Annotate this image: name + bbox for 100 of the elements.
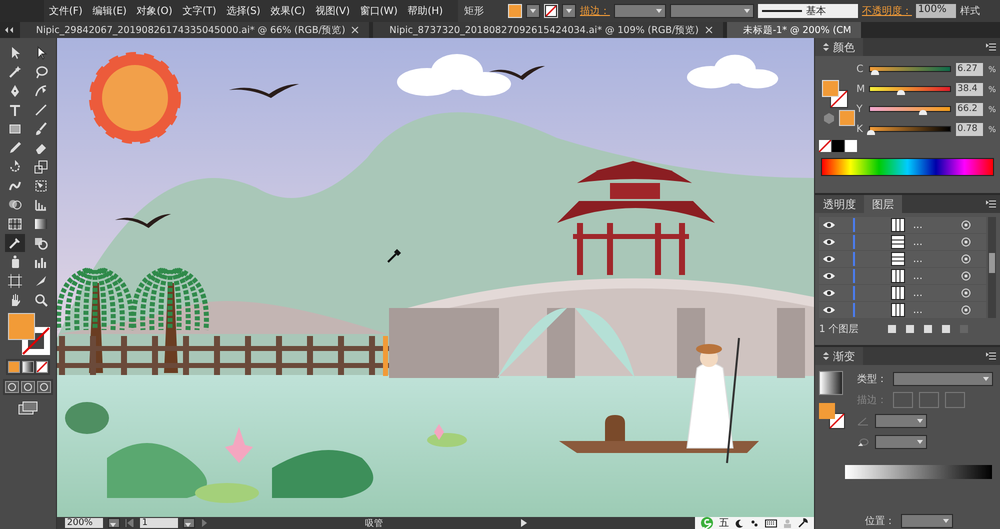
color-swatch[interactable] [845,140,857,152]
keyboard-icon [765,518,777,528]
menu-item[interactable]: 文字(T) [177,4,222,18]
screens-icon [18,401,38,415]
panel-tab[interactable]: 图层 [864,195,902,213]
scrollbar[interactable] [988,217,996,318]
color-slider[interactable] [869,126,952,132]
gradient-preview[interactable] [819,371,843,395]
channel-value-field[interactable]: 66.2 [956,102,984,116]
channel-label: C [856,64,864,74]
menu-item[interactable]: 编辑(E) [88,4,132,18]
slider-thumb[interactable] [871,70,880,75]
none-mode-button[interactable] [36,361,48,373]
gradient-type-dropdown[interactable] [893,372,993,386]
document-tab[interactable]: Nipic_29842067_20190826174335045000.ai* @ 66% (RGB/预览) [20,22,370,38]
menu-item[interactable]: 窗口(W) [354,4,403,18]
stroke-style-dropdown[interactable]: 基本 [758,4,858,18]
stroke-dropdown[interactable] [562,4,576,18]
channel-label: Y [856,104,864,114]
fill-swatch[interactable] [508,4,522,18]
tab-title: 未标题-1* @ 200% (CM [742,24,852,36]
color-swatch[interactable] [832,140,844,152]
opacity-field[interactable]: 100% [916,4,956,18]
channel-value-field[interactable]: 6.27 [956,62,984,76]
blend-icon [33,235,49,251]
caret-icon [108,520,118,529]
color-slider[interactable] [869,66,952,72]
menu-item[interactable]: 对象(O) [132,4,178,18]
tool-button[interactable] [5,272,25,290]
fill-stroke-icon[interactable] [822,80,848,108]
artboard-field[interactable]: 1 [140,518,178,528]
menu-item[interactable]: 效果(C) [265,4,310,18]
circle-icon [7,382,17,392]
opacity-link[interactable]: 不透明度： [862,4,912,18]
position-dropdown[interactable] [901,514,953,528]
layer-row[interactable]: ... [819,234,986,250]
bird-drawing [115,214,171,228]
tab-title: Nipic_29842067_20190826174335045000.ai* @ 66% (RGB/预览) [36,24,346,36]
color-panel-tab[interactable]: 颜色 [815,38,863,56]
layer-row[interactable]: ... [819,268,986,284]
color-spectrum[interactable] [821,158,994,176]
style-label: 样式 [960,4,980,18]
aspect-ratio-dropdown[interactable] [875,435,927,449]
color-slider[interactable] [869,86,952,92]
document-tab[interactable]: 未标题-1* @ 200% (CM [726,22,862,38]
color-slider[interactable] [869,106,952,112]
color-mode-button[interactable] [8,361,20,373]
layer-row[interactable]: ... [819,217,986,233]
draw-mode-button[interactable] [37,381,51,393]
layer-count-label: 1 个图层 [819,323,859,336]
selection-handle[interactable] [383,336,388,376]
no-fill-icon [37,362,47,372]
channel-label: K [856,124,864,134]
stroke-link[interactable]: 描边： [580,4,610,18]
gradient-mode-button[interactable] [22,361,34,373]
menu-item[interactable]: 视图(V) [310,4,355,18]
menu-item[interactable]: 选择(S) [221,4,266,18]
document-tab[interactable]: Nipic_8737320_20180827092615424034.ai* @ 109% (RGB/预览) [373,22,723,38]
percent-label: % [988,64,996,74]
artboard-dropdown[interactable] [183,518,195,528]
percent-label: % [988,124,996,134]
fill-dropdown[interactable] [526,4,540,18]
slider-thumb[interactable] [919,110,928,115]
angle-dropdown[interactable] [875,414,927,428]
scrollbar-thumb[interactable] [989,253,995,273]
menu-item[interactable]: 文件(F) [44,4,88,18]
variable-width-dropdown[interactable] [670,4,754,18]
none-swatch[interactable] [819,140,831,152]
stroke-weight-field[interactable] [614,4,666,18]
draw-mode-button[interactable] [21,381,35,393]
clipping-mask-icon [904,324,915,334]
fill-stroke-icon[interactable] [819,403,845,429]
zoom-field[interactable]: 200% [65,518,103,528]
stroke-swatch[interactable] [544,4,558,18]
layer-row[interactable]: ... [819,251,986,267]
channel-value-field[interactable]: 0.78 [956,122,984,136]
moon-icon [735,518,744,528]
paintbrush-icon [33,121,49,137]
gamut-swatch[interactable] [839,110,855,126]
tool-button[interactable] [5,234,25,252]
layer-row[interactable]: ... [819,285,986,301]
menu-item[interactable]: 帮助(H) [402,4,448,18]
slider-thumb[interactable] [867,130,876,135]
layer-row[interactable]: ... [819,302,986,318]
panel-tab[interactable]: 透明度 [815,195,864,213]
draw-mode-button[interactable] [5,381,19,393]
channel-label: M [856,84,864,94]
eyedropper-cursor-icon [387,249,401,263]
layer-name: ... [913,236,924,248]
fill-stroke-icon[interactable] [5,313,51,355]
letter-t-icon [7,102,23,118]
percent-label: % [988,104,996,114]
angle-icon [857,416,869,426]
gradient-panel-tab[interactable]: 渐变 [815,347,863,365]
channel-value-field[interactable]: 38.4 [956,82,984,96]
zoom-dropdown[interactable] [108,518,120,528]
slider-thumb[interactable] [896,90,905,95]
position-label: 位置： [865,514,895,528]
input-mode-label[interactable]: 五 [719,516,729,529]
no-fill-icon [819,140,831,152]
